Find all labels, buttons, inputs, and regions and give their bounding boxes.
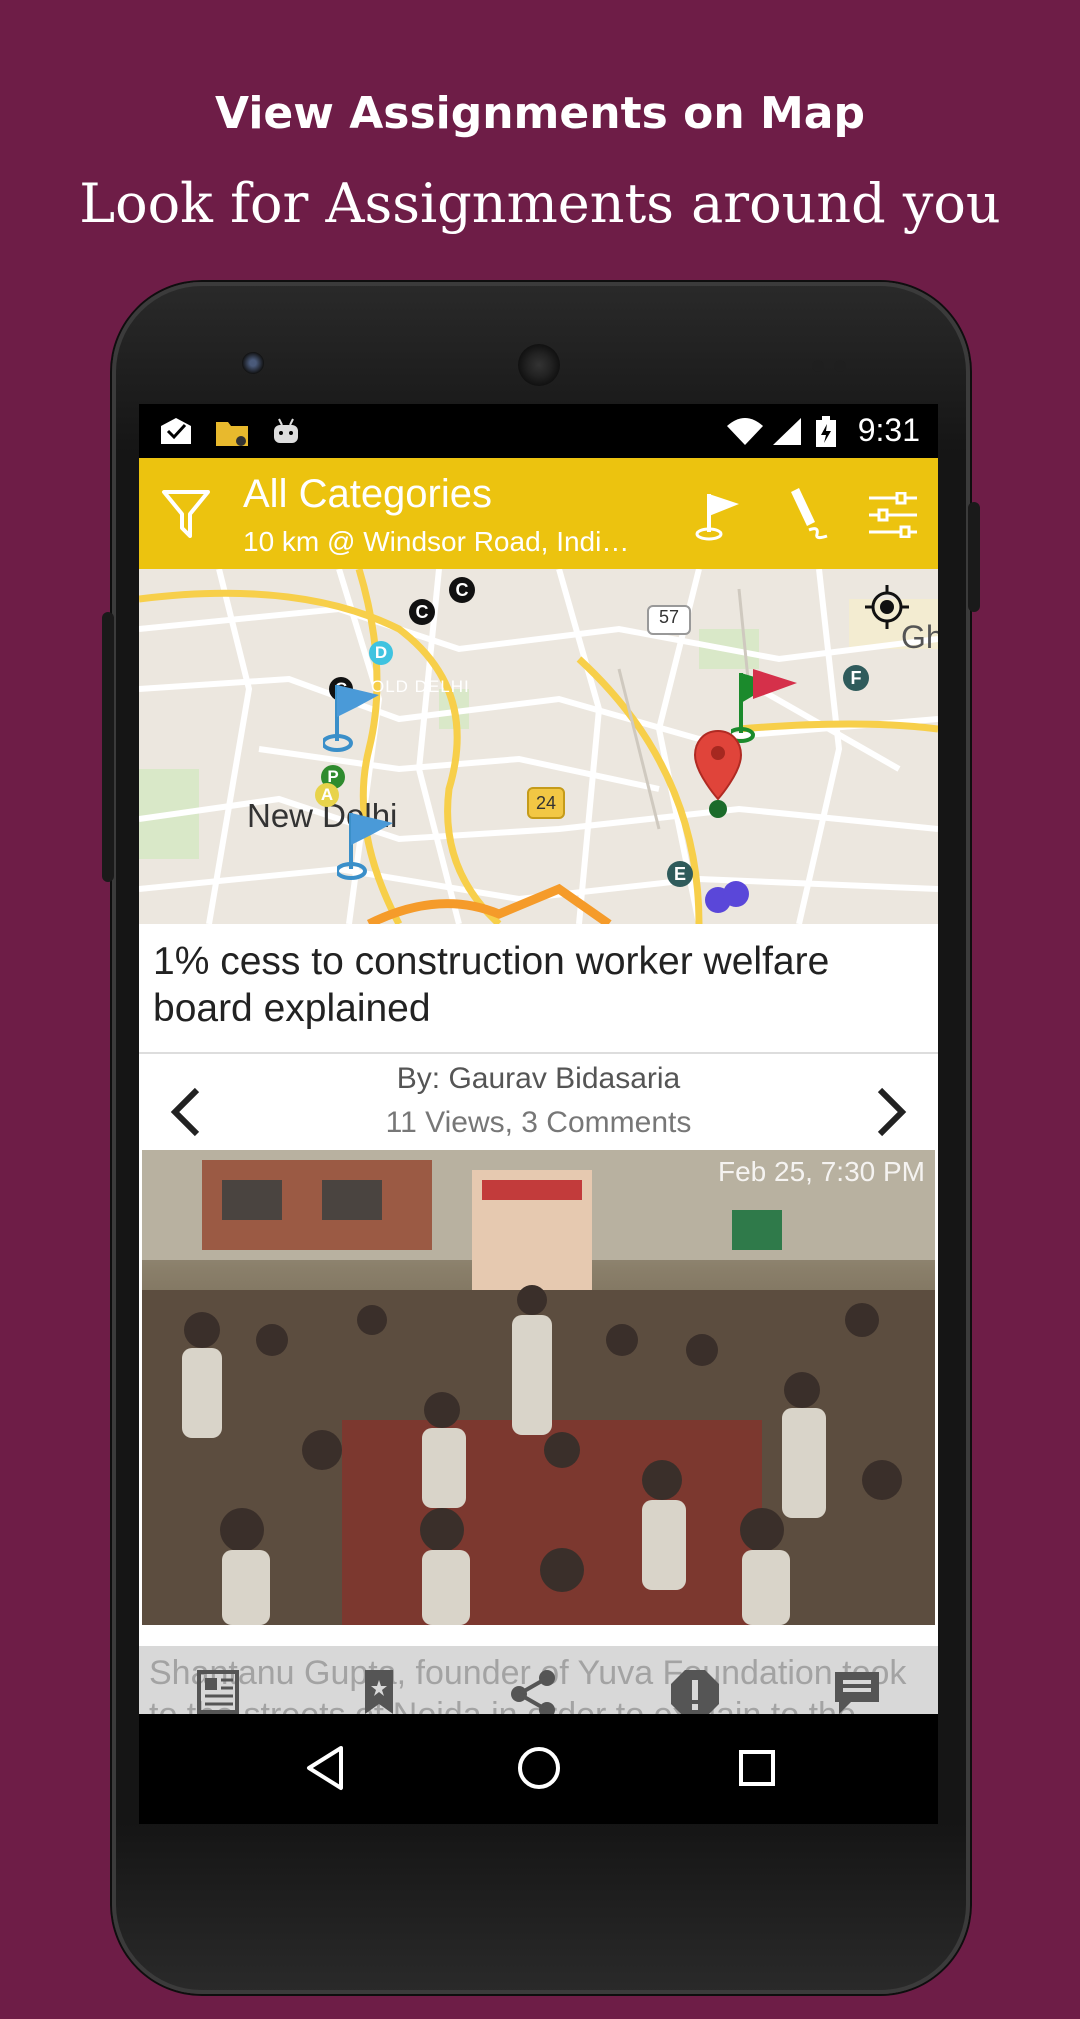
back-icon[interactable] [301, 1744, 349, 1792]
mail-check-icon [161, 418, 191, 444]
article-byline: By: Gaurav Bidasaria [396, 1062, 681, 1095]
article-photo[interactable]: Feb 25, 7:30 PM [142, 1150, 935, 1625]
map-marker[interactable] [723, 881, 749, 907]
settings-sliders-icon[interactable] [867, 492, 919, 538]
signal-icon [773, 418, 801, 445]
status-time: 9:31 [857, 412, 920, 448]
system-nav-bar [139, 1714, 938, 1824]
share-icon[interactable] [507, 1668, 559, 1720]
report-icon[interactable] [669, 1668, 721, 1720]
map-marker[interactable]: A [315, 783, 339, 807]
map-marker[interactable]: E [667, 861, 693, 887]
article-headline[interactable]: 1% cess to construction worker welfare b… [153, 938, 923, 1032]
android-icon [274, 418, 298, 443]
earpiece-speaker [518, 344, 560, 386]
light-sensor [834, 360, 846, 372]
flag-marker-icon[interactable] [323, 677, 383, 753]
location-subtitle[interactable]: 10 km @ Windsor Road, Indi… [243, 526, 629, 558]
phone-screen: 9:31 All Categories 10 km @ Windsor Road… [139, 404, 938, 1824]
status-bar: 9:31 [139, 404, 938, 458]
my-location-icon[interactable] [865, 585, 909, 629]
flag-marker-icon[interactable] [337, 805, 397, 881]
phone-side-button-right [968, 502, 980, 612]
pen-icon[interactable] [785, 486, 835, 542]
crowd-photo-illustration [142, 1150, 935, 1625]
front-camera [242, 352, 264, 374]
proximity-sensor [812, 360, 824, 372]
map-roads [139, 569, 938, 924]
divider [139, 1052, 938, 1054]
map-marker[interactable]: F [843, 665, 869, 691]
current-location-pin-icon[interactable] [693, 729, 743, 819]
comment-icon[interactable] [831, 1668, 883, 1718]
highway-57-shield: 57 [647, 605, 691, 635]
chevron-right-icon[interactable] [866, 1082, 916, 1142]
highway-24-shield: 24 [527, 787, 565, 819]
promo-subtitle: Look for Assignments around you [79, 172, 1001, 235]
home-icon[interactable] [515, 1744, 563, 1792]
article-icon[interactable] [195, 1668, 245, 1716]
photo-date: Feb 25, 7:30 PM [717, 1156, 925, 1187]
folder-icon [216, 422, 248, 446]
app-bar: All Categories 10 km @ Windsor Road, Ind… [139, 458, 938, 569]
map-marker[interactable]: C [449, 577, 475, 603]
promo-title: View Assignments on Map [215, 88, 865, 139]
map-marker[interactable]: C [409, 599, 435, 625]
battery-icon [816, 416, 836, 447]
flag-icon[interactable] [695, 486, 745, 542]
article-card[interactable]: 1% cess to construction worker welfare b… [139, 924, 938, 1824]
bookmark-icon[interactable] [359, 1668, 399, 1718]
category-title[interactable]: All Categories [243, 472, 492, 517]
phone-side-button-left [102, 612, 114, 882]
recents-icon[interactable] [735, 1744, 779, 1792]
wifi-icon [727, 418, 763, 445]
map-label-old-delhi: OLD DELHI [371, 677, 470, 696]
filter-icon[interactable] [161, 488, 211, 542]
article-stats: 11 Views, 3 Comments [385, 1106, 692, 1139]
assignments-map[interactable]: New Delhi OLD DELHI 57 24 Gh C C C D P A… [139, 569, 938, 924]
map-marker[interactable]: D [369, 641, 393, 665]
